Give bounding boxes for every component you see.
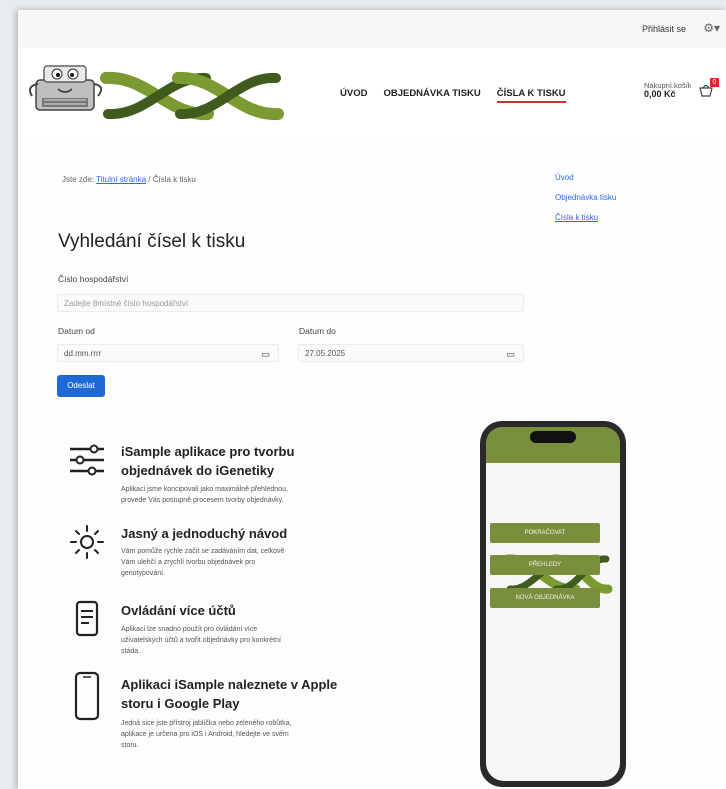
browser-page: Přihlásit se ⚙▾ ÚVOD OBJEDNÁVKA TISKU ČÍ… — [18, 10, 726, 789]
farm-number-input[interactable]: Zadejte 8místné číslo hospodářství — [57, 294, 524, 312]
farm-number-label: Číslo hospodářství — [58, 274, 129, 284]
sun-icon — [70, 525, 104, 559]
feature-description: stáda. — [121, 648, 141, 655]
feature-title: Aplikaci iSample naleznete v Apple — [121, 677, 338, 692]
side-menu: Úvod Objednávka tisku Čísla k tisku — [555, 168, 616, 228]
submit-button[interactable]: Odeslat — [57, 375, 105, 397]
feature-description: Aplikaci lze snadno použít pro ovládání … — [121, 626, 258, 633]
sliders-icon — [70, 444, 104, 476]
feature-description: Vám pomůže rychle začít se zadáváním dat… — [121, 548, 285, 555]
breadcrumb-prefix: Jste zde: — [62, 175, 95, 184]
feature-description: Jedná sice jste přístroj jablíčka nebo z… — [121, 720, 292, 727]
breadcrumb-current: Čísla k tisku — [152, 175, 196, 184]
site-header: ÚVOD OBJEDNÁVKA TISKU ČÍSLA K TISKU Náku… — [18, 48, 726, 136]
side-link-objednavka[interactable]: Objednávka tisku — [555, 188, 616, 208]
date-to-value: 27.05.2025 — [305, 349, 346, 358]
breadcrumb: Jste zde: Titulní stránka / Čísla k tisk… — [62, 175, 196, 184]
phone-new-order-button: NOVÁ OBJEDNÁVKA — [490, 588, 600, 608]
breadcrumb-separator: / — [148, 175, 151, 184]
feature-description: Vám ulehčí a zrychlí tvorbu objednávek p… — [121, 559, 256, 566]
gear-icon[interactable]: ⚙▾ — [703, 21, 720, 35]
xx-logo-icon[interactable] — [28, 56, 288, 126]
nav-cisla-k-tisku[interactable]: ČÍSLA K TISKU — [496, 88, 566, 103]
main-content: Jste zde: Titulní stránka / Čísla k tisk… — [18, 136, 726, 789]
date-from-value: dd.mm.rrrr — [64, 349, 102, 358]
feature-description: provede Vás postupně procesem tvorby obj… — [121, 497, 284, 504]
phone-continue-button: POKRAČOVAT — [490, 523, 600, 543]
feature-title: Ovládání více účtů — [121, 603, 236, 618]
page-title: Vyhledání čísel k tisku — [58, 231, 246, 252]
phone-overview-button: PŘEHLEDY — [490, 555, 600, 575]
smartphone-icon — [74, 671, 100, 721]
calendar-icon[interactable]: ▭ — [506, 345, 515, 363]
cart-summary[interactable]: Nákupní košík 0,00 Kč — [644, 81, 692, 100]
login-link[interactable]: Přihlásit se — [642, 24, 686, 34]
date-from-label: Datum od — [58, 326, 95, 336]
feature-title: Jasný a jednoduchý návod — [121, 526, 288, 541]
document-icon — [75, 600, 99, 637]
feature-title: storu i Google Play — [121, 696, 240, 711]
top-bar: Přihlásit se ⚙▾ — [18, 10, 726, 48]
side-link-cisla[interactable]: Čísla k tisku — [555, 208, 616, 228]
calendar-icon[interactable]: ▭ — [261, 345, 270, 363]
main-nav: ÚVOD OBJEDNÁVKA TISKU ČÍSLA K TISKU — [340, 88, 566, 103]
date-to-label: Datum do — [299, 326, 336, 336]
nav-objednavka-tisku[interactable]: OBJEDNÁVKA TISKU — [383, 88, 480, 103]
side-link-uvod[interactable]: Úvod — [555, 168, 616, 188]
feature-description: aplikace je určena pro iOS i Android, hl… — [121, 731, 289, 738]
cart-amount: 0,00 Kč — [644, 89, 676, 100]
date-to-input[interactable]: 27.05.2025 ▭ — [298, 344, 524, 362]
feature-title: objednávek do iGenetiky — [121, 463, 275, 478]
feature-title: iSample aplikace pro tvorbu — [121, 444, 295, 459]
date-from-input[interactable]: dd.mm.rrrr ▭ — [57, 344, 279, 362]
feature-description: uživatelských účtů a tvořit objednávky p… — [121, 637, 281, 644]
feature-description: Aplikaci jsme koncipovali jako maximálně… — [121, 486, 288, 493]
feature-description: genotypování. — [121, 570, 165, 577]
breadcrumb-home-link[interactable]: Titulní stránka — [96, 175, 146, 184]
nav-uvod[interactable]: ÚVOD — [340, 88, 367, 103]
feature-description: storu. — [121, 742, 139, 749]
cart-badge: 0 — [710, 78, 719, 87]
